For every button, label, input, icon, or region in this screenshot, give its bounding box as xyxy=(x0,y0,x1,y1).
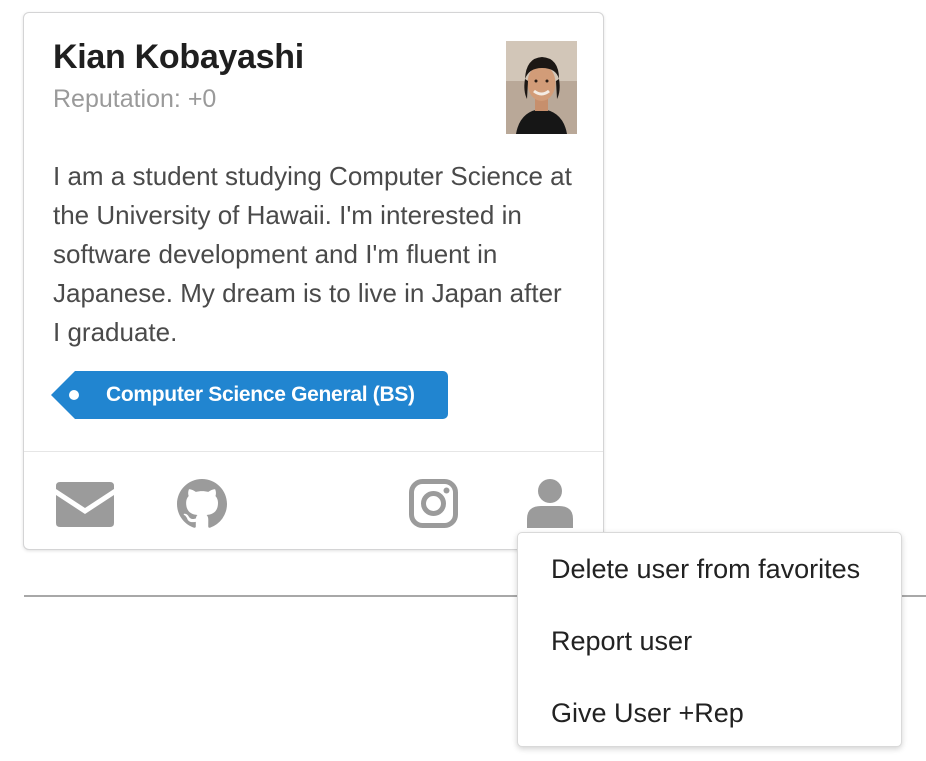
user-context-menu: Delete user from favorites Report user G… xyxy=(517,532,902,747)
profile-name: Kian Kobayashi xyxy=(53,38,304,76)
instagram-icon[interactable] xyxy=(409,479,458,528)
card-divider xyxy=(24,451,603,452)
github-icon[interactable] xyxy=(177,479,227,529)
menu-item-delete-favorite[interactable]: Delete user from favorites xyxy=(551,553,860,585)
major-tag-label: Computer Science General (BS) xyxy=(106,383,415,406)
menu-item-report-user[interactable]: Report user xyxy=(551,625,692,657)
profile-card: Kian Kobayashi Reputation: +0 I am a stu… xyxy=(23,12,604,550)
profile-bio: I am a student studying Computer Science… xyxy=(53,161,572,347)
tag-body: Computer Science General (BS) xyxy=(69,371,448,419)
user-icon[interactable] xyxy=(527,479,573,528)
major-tag: Computer Science General (BS) xyxy=(51,371,448,419)
reputation-text: Reputation: +0 xyxy=(53,85,217,113)
envelope-icon[interactable] xyxy=(56,482,114,527)
tag-dot xyxy=(69,390,79,400)
avatar xyxy=(506,41,577,134)
menu-item-give-rep[interactable]: Give User +Rep xyxy=(551,697,744,729)
